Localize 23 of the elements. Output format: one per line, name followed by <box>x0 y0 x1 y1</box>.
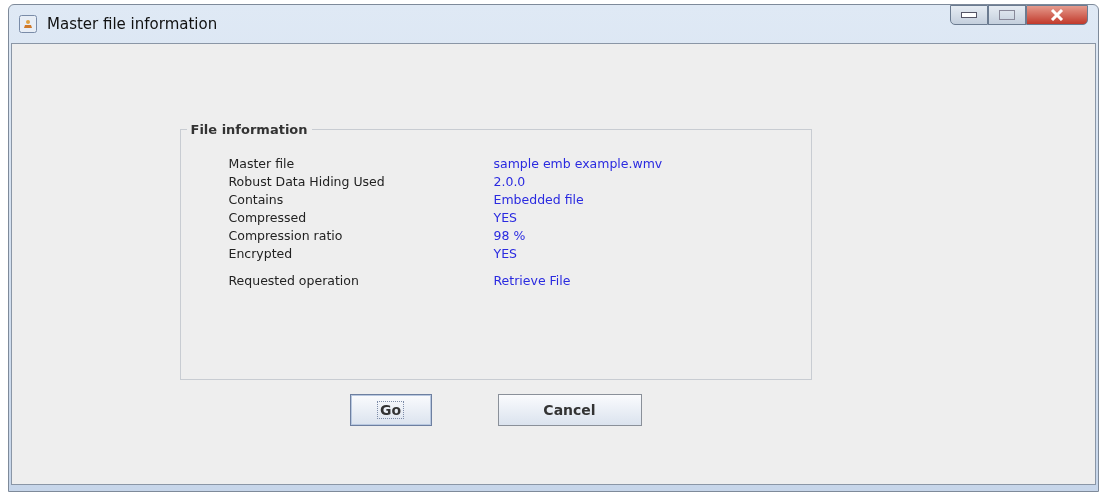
window-title: Master file information <box>47 15 218 33</box>
minimize-button[interactable] <box>950 5 988 25</box>
field-value: Retrieve File <box>493 272 572 290</box>
field-value: Embedded file <box>493 191 585 209</box>
close-icon <box>1050 9 1064 21</box>
field-value: YES <box>493 209 518 227</box>
dialog-button[interactable]: Go <box>349 394 432 426</box>
field-label: Encrypted <box>228 245 294 263</box>
field-label: Compressed <box>228 209 308 227</box>
field-label: Compression ratio <box>228 227 344 245</box>
dialog-button[interactable]: Cancel <box>497 394 642 426</box>
app-icon <box>19 15 37 33</box>
field-value: 2.0.0 <box>493 173 527 191</box>
field-label: Robust Data Hiding Used <box>228 173 386 191</box>
field-value: YES <box>493 245 518 263</box>
field-label: Master file <box>228 155 296 173</box>
group-title: File information <box>189 122 309 137</box>
close-button[interactable] <box>1026 5 1088 25</box>
field-label: Requested operation <box>228 272 360 290</box>
field-value: 98 % <box>493 227 527 245</box>
field-label: Contains <box>228 191 285 209</box>
field-value: sample emb example.wmv <box>493 155 664 173</box>
maximize-button[interactable] <box>988 5 1026 25</box>
